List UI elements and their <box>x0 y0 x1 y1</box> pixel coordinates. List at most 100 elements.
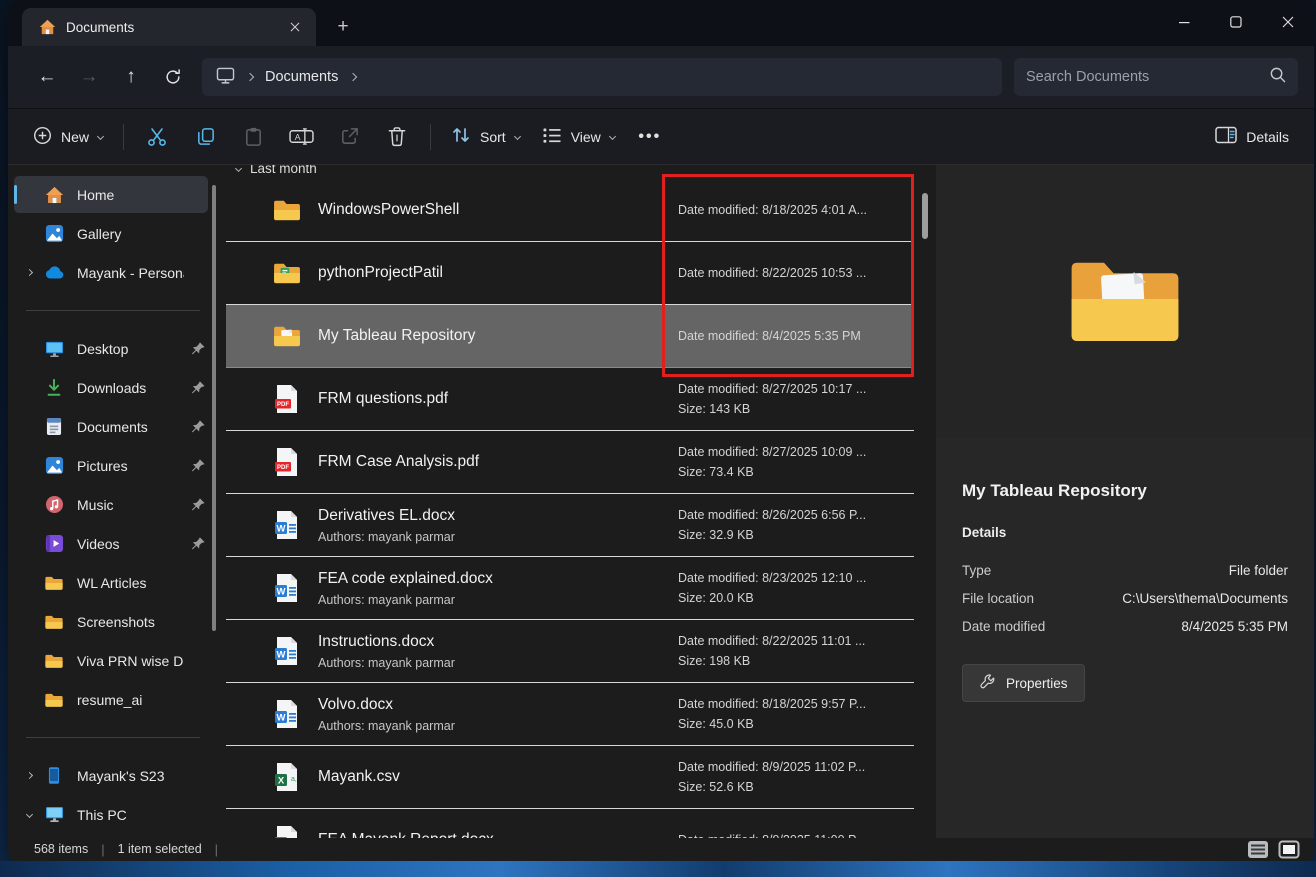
up-button[interactable]: ↑ <box>110 56 152 98</box>
details-section-label: Details <box>962 525 1288 540</box>
wrench-icon <box>979 673 996 693</box>
chevron-right-icon[interactable] <box>25 772 32 779</box>
file-size: Size: 73.4 KB <box>678 465 914 479</box>
monitor-icon <box>216 67 235 88</box>
sidebar-item-gallery[interactable]: Gallery <box>14 215 208 252</box>
file-row-frm-case-analysis-pdf[interactable]: PDFFRM Case Analysis.pdfDate modified: 8… <box>226 431 914 494</box>
file-row-mayank-csv[interactable]: Xa,Mayank.csvDate modified: 8/9/2025 11:… <box>226 746 914 809</box>
file-name: pythonProjectPatil <box>318 264 443 282</box>
sidebar-item-mayank-s-s23[interactable]: Mayank's S23 <box>14 757 208 794</box>
file-explorer-window: Documents + ← → ↑ <box>8 0 1314 862</box>
svg-text:W: W <box>277 649 286 660</box>
chevron-right-icon[interactable] <box>25 269 32 276</box>
chevron-down-icon[interactable] <box>25 811 32 818</box>
maximize-button[interactable] <box>1210 0 1262 44</box>
tab-close-icon[interactable] <box>282 14 308 40</box>
divider <box>123 124 124 150</box>
copy-button[interactable] <box>181 118 229 156</box>
svg-text:W: W <box>277 523 286 534</box>
sidebar-item-music[interactable]: Music <box>14 486 208 523</box>
thumbnail-view-toggle-icon[interactable] <box>1278 840 1300 859</box>
sidebar-item-screenshots[interactable]: Screenshots <box>14 603 208 640</box>
pin-icon <box>188 419 208 434</box>
sidebar-item-mayank-persona[interactable]: Mayank - Persona <box>14 254 208 291</box>
close-button[interactable] <box>1262 0 1314 44</box>
copy-icon <box>195 126 216 147</box>
sidebar-item-documents[interactable]: Documents <box>14 408 208 445</box>
sidebar-item-viva-prn-wise-da[interactable]: Viva PRN wise Da <box>14 642 208 679</box>
excel-icon: Xa, <box>272 762 302 792</box>
sidebar-item-desktop[interactable]: Desktop <box>14 330 208 367</box>
onedrive-icon <box>42 263 66 283</box>
share-button[interactable] <box>325 118 373 156</box>
file-row-pythonprojectpatil[interactable]: pythonProjectPatilDate modified: 8/22/20… <box>226 242 914 305</box>
file-authors: Authors: mayank parmar <box>318 530 455 544</box>
sort-button[interactable]: Sort <box>440 118 531 156</box>
selected-count: 1 item selected <box>118 842 202 856</box>
pictures-icon <box>42 456 66 476</box>
file-row-fea-mayank-report-docx[interactable]: WFEA Mayank Report.docxDate modified: 8/… <box>226 809 914 838</box>
sidebar-item-resume-ai[interactable]: resume_ai <box>14 681 208 718</box>
phone-icon <box>42 766 66 786</box>
sidebar-item-label: Mayank - Persona <box>77 265 184 281</box>
file-name: Mayank.csv <box>318 768 400 786</box>
view-list-icon <box>542 127 562 147</box>
new-tab-button[interactable]: + <box>326 12 360 42</box>
file-row-instructions-docx[interactable]: WInstructions.docxAuthors: mayank parmar… <box>226 620 914 683</box>
file-date-modified: Date modified: 8/27/2025 10:09 ... <box>678 445 914 459</box>
forward-button[interactable]: → <box>68 56 110 98</box>
details-view-toggle-icon[interactable] <box>1247 840 1269 859</box>
sidebar-item-label: Screenshots <box>77 614 184 630</box>
divider <box>430 124 431 150</box>
tab-documents[interactable]: Documents <box>22 8 316 46</box>
file-list-scrollbar[interactable] <box>922 193 928 239</box>
file-row-windowspowershell[interactable]: WindowsPowerShellDate modified: 8/18/202… <box>226 179 914 242</box>
sidebar-item-pictures[interactable]: Pictures <box>14 447 208 484</box>
file-row-derivatives-el-docx[interactable]: WDerivatives EL.docxAuthors: mayank parm… <box>226 494 914 557</box>
file-row-frm-questions-pdf[interactable]: PDFFRM questions.pdfDate modified: 8/27/… <box>226 368 914 431</box>
folder-preview-icon <box>1064 250 1186 353</box>
status-bar: 568 items | 1 item selected | <box>8 838 1314 862</box>
rename-button[interactable]: A <box>277 118 325 156</box>
scissors-icon <box>146 126 168 148</box>
sidebar-item-label: Desktop <box>77 341 184 357</box>
minimize-button[interactable] <box>1158 0 1210 44</box>
sidebar-item-label: Viva PRN wise Da <box>77 653 184 669</box>
pin-icon <box>188 341 208 356</box>
svg-text:W: W <box>277 586 286 597</box>
paste-button[interactable] <box>229 118 277 156</box>
sidebar-item-this-pc[interactable]: This PC <box>14 796 208 833</box>
file-row-volvo-docx[interactable]: WVolvo.docxAuthors: mayank parmarDate mo… <box>226 683 914 746</box>
file-date-modified: Date modified: 8/23/2025 12:10 ... <box>678 571 914 585</box>
search-icon[interactable] <box>1269 66 1286 88</box>
chevron-down-icon <box>97 133 104 140</box>
sidebar-item-wl-articles[interactable]: WL Articles <box>14 564 208 601</box>
breadcrumb-documents[interactable]: Documents <box>265 69 338 85</box>
videos-icon <box>42 534 66 554</box>
group-header-last-month[interactable]: Last month <box>236 165 936 178</box>
search-input[interactable] <box>1026 69 1269 85</box>
delete-button[interactable] <box>373 118 421 156</box>
pin-icon <box>188 458 208 473</box>
sidebar-item-videos[interactable]: Videos <box>14 525 208 562</box>
file-date-modified: Date modified: 8/26/2025 6:56 P... <box>678 508 914 522</box>
details-pane-button[interactable]: Details <box>1204 118 1300 156</box>
file-row-my-tableau-repository[interactable]: My Tableau RepositoryDate modified: 8/4/… <box>226 305 914 368</box>
more-options-button[interactable]: ••• <box>626 118 674 156</box>
view-button[interactable]: View <box>531 118 626 156</box>
back-button[interactable]: ← <box>26 56 68 98</box>
address-bar[interactable]: Documents <box>202 58 1002 96</box>
sidebar-item-downloads[interactable]: Downloads <box>14 369 208 406</box>
pdf-icon: PDF <box>272 447 302 477</box>
collapse-chevron-icon[interactable] <box>235 165 242 172</box>
search-box[interactable] <box>1014 58 1298 96</box>
properties-button[interactable]: Properties <box>962 664 1085 702</box>
sidebar-item-home[interactable]: Home <box>14 176 208 213</box>
cut-button[interactable] <box>133 118 181 156</box>
sidebar-divider <box>26 737 200 738</box>
sidebar-scrollbar[interactable] <box>212 185 216 631</box>
file-row-fea-code-explained-docx[interactable]: WFEA code explained.docxAuthors: mayank … <box>226 557 914 620</box>
new-button[interactable]: New <box>22 118 114 156</box>
refresh-button[interactable] <box>152 56 194 98</box>
file-authors: Authors: mayank parmar <box>318 719 455 733</box>
